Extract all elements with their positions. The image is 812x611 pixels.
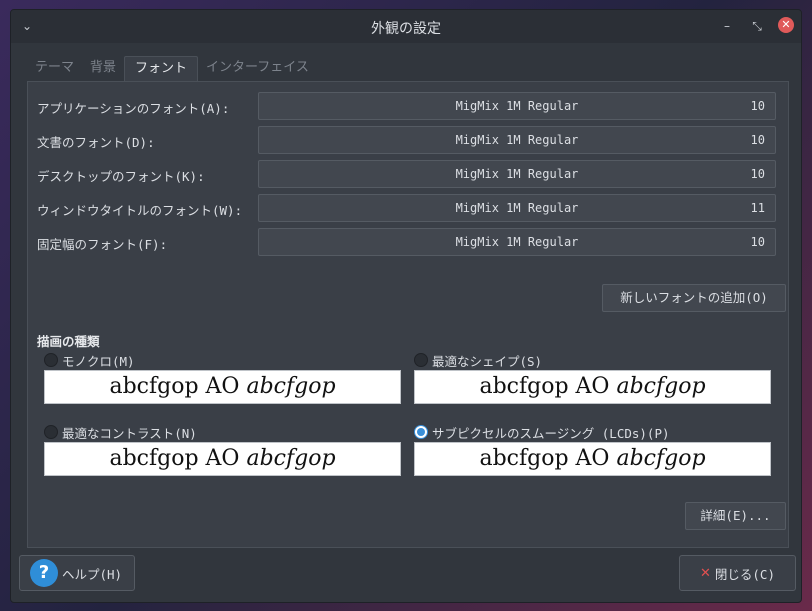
font-row-window-title: ウィンドウタイトルのフォント(W): MigMix 1M Regular 11	[37, 194, 777, 222]
tab-bar: テーマ 背景 フォント インターフェイス	[27, 56, 317, 82]
tab-fonts[interactable]: フォント	[124, 56, 199, 82]
radio-button[interactable]	[44, 425, 58, 439]
font-row-document: 文書のフォント(D): MigMix 1M Regular 10	[37, 126, 777, 154]
rendering-section-title: 描画の種類	[37, 334, 100, 349]
close-icon[interactable]: ✕	[778, 17, 794, 33]
font-size: 10	[750, 235, 765, 249]
preview-best-shape: abcfgop AO abcfgop	[414, 370, 771, 404]
radio-label: 最適なコントラスト(N)	[62, 425, 197, 441]
preview-regular-text: abcfgop AO	[109, 374, 240, 399]
preview-italic-text: abcfgop	[246, 374, 336, 399]
radio-subpixel-smoothing[interactable]: サブピクセルのスムージング (LCDs)(P)	[414, 423, 670, 441]
font-row-desktop: デスクトップのフォント(K): MigMix 1M Regular 10	[37, 160, 777, 188]
tab-background[interactable]: 背景	[82, 56, 124, 82]
font-picker-button[interactable]: MigMix 1M Regular 10	[258, 126, 776, 154]
font-size: 10	[750, 133, 765, 147]
font-name: MigMix 1M Regular	[455, 133, 579, 147]
radio-label: サブピクセルのスムージング (LCDs)(P)	[432, 425, 670, 441]
font-name: MigMix 1M Regular	[455, 235, 579, 249]
font-name: MigMix 1M Regular	[455, 201, 579, 215]
font-row-fixed-width: 固定幅のフォント(F): MigMix 1M Regular 10	[37, 228, 777, 256]
font-picker-button[interactable]: MigMix 1M Regular 10	[258, 228, 776, 256]
close-label: 閉じる(C)	[714, 566, 775, 582]
radio-label: 最適なシェイプ(S)	[432, 353, 543, 369]
preview-subpixel-smoothing: abcfgop AO abcfgop	[414, 442, 771, 476]
preview-best-contrast: abcfgop AO abcfgop	[44, 442, 401, 476]
font-size: 11	[750, 201, 765, 215]
maximize-icon[interactable]: ⤡	[749, 18, 765, 34]
font-picker-button[interactable]: MigMix 1M Regular 10	[258, 92, 776, 120]
preview-regular-text: abcfgop AO	[479, 374, 610, 399]
font-row-application: アプリケーションのフォント(A): MigMix 1M Regular 10	[37, 92, 777, 120]
radio-label: モノクロ(M)	[62, 353, 135, 369]
font-picker-button[interactable]: MigMix 1M Regular 10	[258, 160, 776, 188]
radio-button-checked[interactable]	[414, 425, 428, 439]
preview-italic-text: abcfgop	[616, 374, 706, 399]
font-size: 10	[750, 99, 765, 113]
appearance-settings-window: ⌄ 外観の設定 – ⤡ ✕ テーマ 背景 フォント インターフェイス アプリケー…	[10, 9, 802, 603]
radio-best-contrast[interactable]: 最適なコントラスト(N)	[44, 423, 197, 441]
preview-italic-text: abcfgop	[246, 446, 336, 471]
tab-interface[interactable]: インターフェイス	[198, 56, 317, 82]
radio-button[interactable]	[44, 353, 58, 367]
minimize-icon[interactable]: –	[719, 18, 735, 34]
font-label: 固定幅のフォント(F):	[37, 237, 168, 252]
help-icon: ?	[30, 559, 58, 587]
help-button[interactable]: ? ヘルプ(H)	[19, 555, 135, 591]
font-label: 文書のフォント(D):	[37, 135, 155, 150]
title-bar: ⌄ 外観の設定 – ⤡ ✕	[11, 10, 801, 43]
add-font-button[interactable]: 新しいフォントの追加(O)	[602, 284, 786, 312]
fonts-panel: アプリケーションのフォント(A): MigMix 1M Regular 10 文…	[27, 81, 789, 548]
font-name: MigMix 1M Regular	[455, 99, 579, 113]
radio-monochrome[interactable]: モノクロ(M)	[44, 351, 135, 369]
window-title: 外観の設定	[371, 21, 441, 37]
font-name: MigMix 1M Regular	[455, 167, 579, 181]
close-x-icon: ✕	[700, 565, 711, 581]
help-label: ヘルプ(H)	[62, 566, 123, 582]
font-label: ウィンドウタイトルのフォント(W):	[37, 203, 243, 218]
close-button[interactable]: ✕ 閉じる(C)	[679, 555, 796, 591]
tab-theme[interactable]: テーマ	[27, 56, 82, 82]
radio-best-shape[interactable]: 最適なシェイプ(S)	[414, 351, 542, 369]
font-label: デスクトップのフォント(K):	[37, 169, 205, 184]
radio-button[interactable]	[414, 353, 428, 367]
font-label: アプリケーションのフォント(A):	[37, 101, 230, 116]
font-size: 10	[750, 167, 765, 181]
details-button[interactable]: 詳細(E)...	[685, 502, 786, 530]
preview-italic-text: abcfgop	[616, 446, 706, 471]
preview-regular-text: abcfgop AO	[109, 446, 240, 471]
font-picker-button[interactable]: MigMix 1M Regular 11	[258, 194, 776, 222]
preview-regular-text: abcfgop AO	[479, 446, 610, 471]
preview-monochrome: abcfgop AO abcfgop	[44, 370, 401, 404]
